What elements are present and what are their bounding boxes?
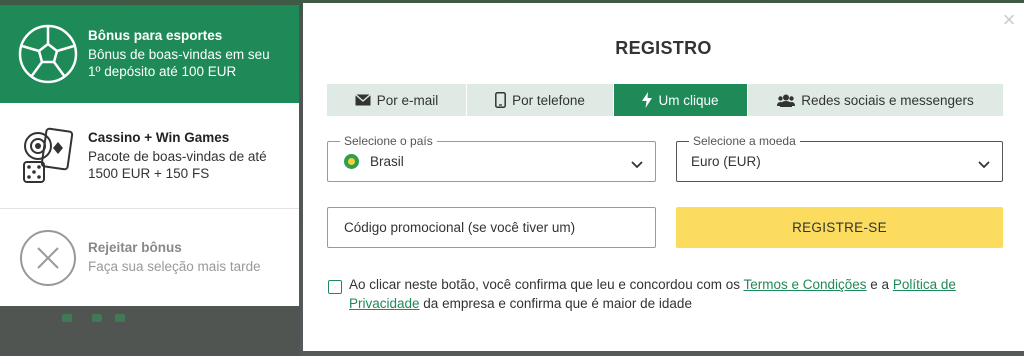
close-circle-icon [16, 226, 80, 290]
chevron-down-icon [631, 156, 643, 174]
tab-label: Por telefone [512, 92, 585, 108]
casino-chips-icon [16, 124, 80, 188]
bonus-title: Rejeitar bônus [88, 240, 182, 255]
terms-text-part: Ao clicar neste botão, você confirma que… [349, 277, 744, 292]
phone-icon [495, 92, 507, 108]
tab-one-click[interactable]: Um clique [614, 84, 748, 116]
tab-phone[interactable]: Por telefone [467, 84, 614, 116]
tab-label: Por e-mail [376, 92, 439, 108]
soccer-ball-icon [16, 22, 80, 86]
country-select-value: Brasil [370, 154, 404, 169]
register-button[interactable]: REGISTRE-SE [676, 207, 1003, 248]
background-icon [92, 314, 102, 322]
terms-text-part: e a [866, 277, 893, 292]
country-select-label: Selecione o país [340, 134, 437, 148]
tab-email[interactable]: Por e-mail [327, 84, 467, 116]
bonus-option-reject[interactable]: Rejeitar bônus Faça sua seleção mais tar… [0, 209, 299, 306]
bonus-description: Pacote de boas-vindas de até [88, 148, 267, 164]
close-button[interactable]: × [997, 8, 1021, 32]
bonus-text: Bônus para esportes Bônus de boas-vindas… [88, 28, 289, 80]
currency-select-value: Euro (EUR) [691, 154, 761, 169]
bonus-option-casino[interactable]: Cassino + Win Games Pacote de boas-vinda… [0, 103, 299, 209]
users-icon [777, 94, 796, 107]
tab-social[interactable]: Redes sociais e messengers [748, 84, 1003, 116]
background-icon [115, 314, 125, 322]
chevron-down-icon [978, 156, 990, 174]
bonus-description: Faça sua seleção mais tarde [88, 259, 261, 274]
country-select[interactable]: Selecione o país Brasil [327, 134, 656, 182]
bonus-panel: Bônus para esportes Bônus de boas-vindas… [0, 5, 299, 306]
terms-link[interactable]: Termos e Condições [743, 277, 866, 292]
bonus-description: 1º depósito até 100 EUR [88, 64, 237, 79]
currency-select-label: Selecione a moeda [689, 134, 800, 148]
bonus-text: Rejeitar bônus Faça sua seleção mais tar… [88, 240, 289, 275]
registration-modal: REGISTRO Por e-mail Por telefone Um cliq… [303, 3, 1024, 351]
tab-label: Redes sociais e messengers [801, 92, 974, 108]
bonus-text: Cassino + Win Games Pacote de boas-vinda… [88, 130, 289, 182]
bonus-option-sports[interactable]: Bônus para esportes Bônus de boas-vindas… [0, 5, 299, 103]
registration-tabs: Por e-mail Por telefone Um clique Redes … [327, 84, 1003, 116]
modal-title: REGISTRO [615, 38, 712, 58]
bonus-title: Bônus para esportes [88, 28, 223, 43]
bonus-description: Bônus de boas-vindas em seu [88, 47, 270, 62]
terms-text-part: da empresa e confirma que é maior de ida… [419, 296, 692, 311]
bonus-description: 1500 EUR + 150 FS [88, 165, 210, 181]
promo-code-input[interactable] [327, 207, 656, 248]
brazil-flag-icon [344, 154, 359, 169]
envelope-icon [354, 94, 371, 106]
currency-select[interactable]: Selecione a moeda Euro (EUR) [676, 134, 1003, 182]
lightning-icon [642, 92, 653, 108]
background-icon [62, 314, 72, 322]
tab-label: Um clique [658, 92, 719, 108]
terms-checkbox[interactable] [328, 280, 342, 294]
terms-text: Ao clicar neste botão, você confirma que… [349, 275, 1009, 313]
background-strip [0, 300, 300, 356]
bonus-title: Cassino + Win Games [88, 129, 230, 145]
